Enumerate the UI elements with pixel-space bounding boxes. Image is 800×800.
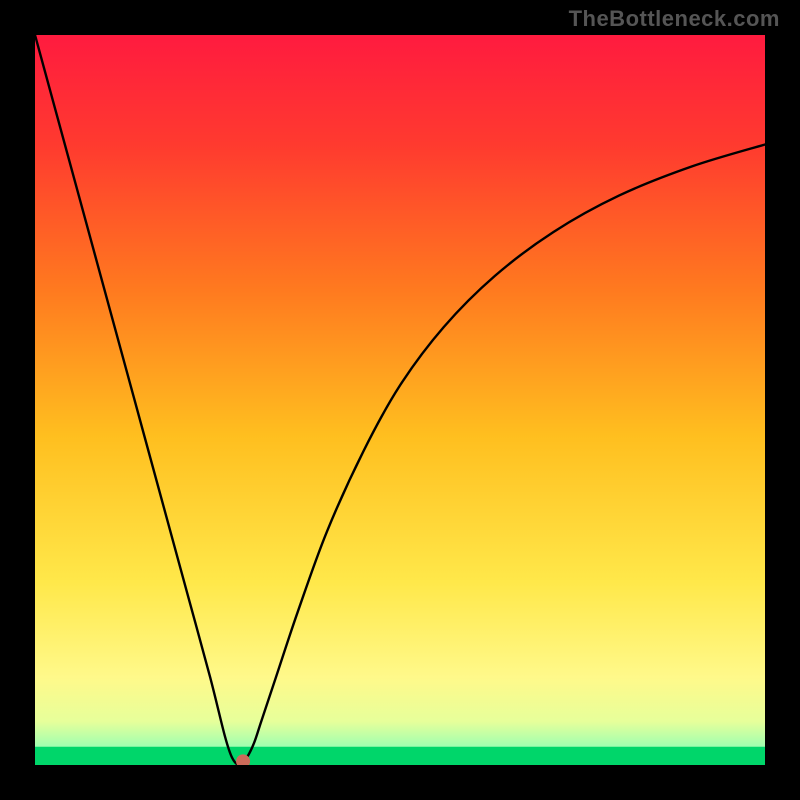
plot-area [35, 35, 765, 765]
green-band [35, 747, 765, 765]
gradient-background [35, 35, 765, 765]
watermark-text: TheBottleneck.com [569, 6, 780, 32]
chart-frame: TheBottleneck.com [0, 0, 800, 800]
plot-svg [35, 35, 765, 765]
